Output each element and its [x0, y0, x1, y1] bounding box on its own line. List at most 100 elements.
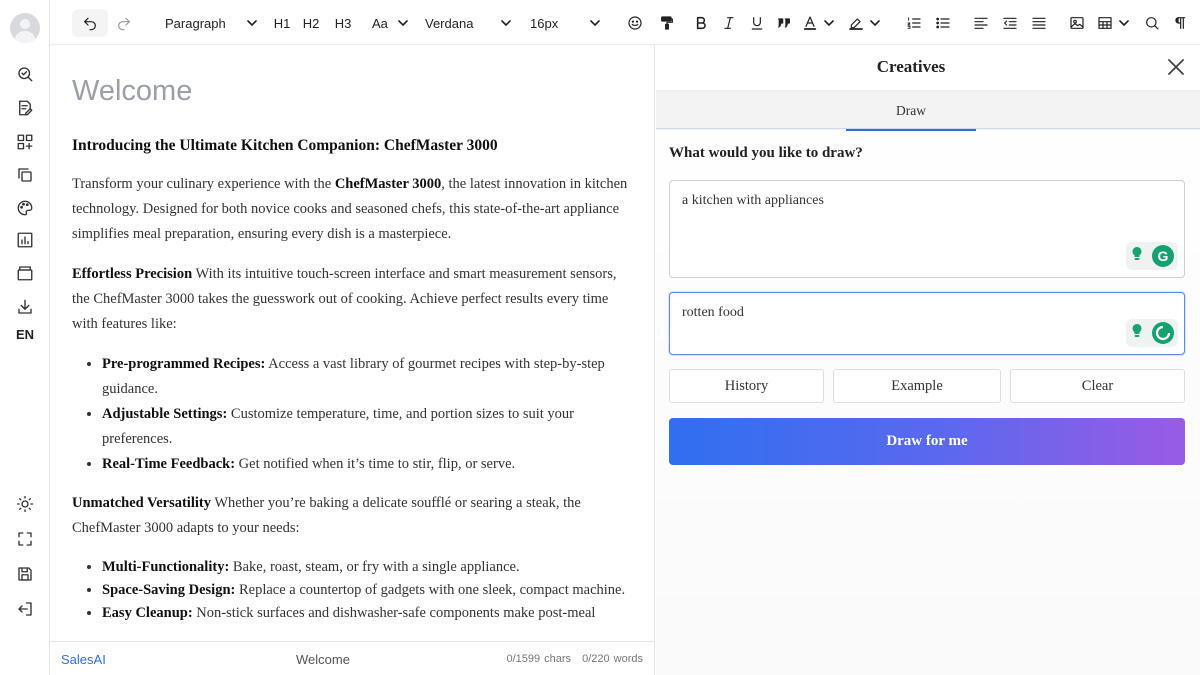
heading1-button[interactable]: H1	[270, 10, 294, 36]
underline-icon[interactable]	[747, 10, 767, 36]
emoji-icon[interactable]	[624, 10, 646, 36]
chars-label: chars	[544, 653, 572, 665]
clear-button[interactable]: Clear	[1010, 369, 1185, 403]
status-doc-name: Welcome	[296, 652, 350, 667]
lightbulb-icon[interactable]	[1130, 323, 1144, 344]
history-button[interactable]: History	[669, 369, 824, 403]
chevron-down-icon	[398, 20, 408, 26]
archive-icon[interactable]	[13, 261, 37, 285]
panel-title: Creatives	[876, 57, 946, 76]
download-icon[interactable]	[13, 295, 37, 319]
redo-icon[interactable]	[112, 10, 136, 36]
bullet-list-icon[interactable]	[932, 10, 954, 36]
save-icon[interactable]	[13, 562, 37, 586]
intro-pre: Transform your culinary experience with …	[72, 176, 335, 192]
list-item-label: Real-Time Feedback:	[102, 456, 236, 472]
list-item: Multi-Functionality: Bake, roast, steam,…	[102, 556, 632, 579]
negative-prompt-value: rotten food	[682, 305, 744, 320]
search-document-icon[interactable]	[13, 62, 37, 86]
left-rail: EN	[0, 0, 50, 675]
quote-icon[interactable]	[774, 10, 794, 36]
align-justify-icon[interactable]	[1028, 10, 1050, 36]
intro-bold: ChefMaster 3000	[334, 176, 442, 192]
paragraph-style-value: Paragraph	[165, 15, 226, 31]
image-icon[interactable]	[1066, 10, 1088, 36]
document-body[interactable]: Introducing the Ultimate Kitchen Compani…	[72, 133, 632, 639]
document-heading: Introducing the Ultimate Kitchen Compani…	[72, 137, 498, 154]
feature-list-2: Multi-Functionality: Bake, roast, steam,…	[102, 556, 632, 625]
format-painter-icon[interactable]	[656, 10, 678, 36]
font-family-value: Verdana	[425, 15, 474, 31]
editor-toolbar: Paragraph H1 H2 H3 Aa Verdana 16px	[50, 0, 1200, 45]
list-item: Adjustable Settings: Customize temperatu…	[102, 402, 632, 452]
document-title[interactable]: Welcome	[72, 75, 192, 108]
document-editor[interactable]: Welcome Introducing the Ultimate Kitchen…	[50, 45, 655, 641]
field-assist-tools	[1126, 319, 1178, 347]
font-size-value: 16px	[530, 15, 559, 31]
list-item-label: Multi-Functionality:	[102, 559, 230, 575]
draw-for-me-button[interactable]: Draw for me	[669, 418, 1185, 465]
table-icon[interactable]	[1095, 10, 1131, 36]
chevron-down-icon	[590, 20, 600, 26]
text-case-select[interactable]: Aa	[372, 10, 408, 36]
tab-draw[interactable]: Draw	[846, 91, 976, 131]
close-icon[interactable]	[1166, 57, 1186, 77]
grammar-assistant-loading-icon[interactable]	[1152, 322, 1174, 344]
fullscreen-icon[interactable]	[13, 527, 37, 551]
chart-icon[interactable]	[13, 228, 37, 252]
list-item-text: Get notified when it’s time to stir, fli…	[235, 456, 516, 472]
lightbulb-icon[interactable]	[1130, 246, 1144, 267]
edit-document-icon[interactable]	[13, 96, 37, 120]
copy-icon[interactable]	[13, 163, 37, 187]
section2-paragraph: Unmatched Versatility Whether you’re bak…	[72, 491, 632, 541]
list-item-text: Replace a countertop of gadgets with one…	[235, 582, 626, 598]
chevron-down-icon	[501, 20, 511, 26]
list-item: Easy Cleanup: Non-stick surfaces and dis…	[102, 602, 632, 625]
font-size-select[interactable]: 16px	[530, 10, 600, 36]
feature-list-1: Pre-programmed Recipes: Access a vast li…	[102, 352, 632, 477]
list-item-label: Pre-programmed Recipes:	[102, 356, 266, 372]
avatar[interactable]	[10, 13, 40, 43]
tab-divider	[656, 128, 1200, 129]
negative-prompt-textarea[interactable]: rotten food	[669, 292, 1185, 355]
example-button[interactable]: Example	[833, 369, 1001, 403]
brand-link[interactable]: SalesAI	[61, 652, 106, 667]
pilcrow-icon[interactable]	[1169, 10, 1191, 36]
prompt-value: a kitchen with appliances	[682, 193, 824, 208]
ordered-list-icon[interactable]	[903, 10, 925, 36]
apps-grid-icon[interactable]	[13, 130, 37, 154]
intro-paragraph: Transform your culinary experience with …	[72, 172, 632, 247]
creatives-panel: Creatives Draw What would you like to dr…	[656, 45, 1200, 675]
prompt-textarea[interactable]: a kitchen with appliances G	[669, 180, 1185, 278]
grammar-assistant-icon[interactable]: G	[1152, 245, 1174, 267]
list-item-label: Space-Saving Design:	[102, 582, 236, 598]
align-left-icon[interactable]	[970, 10, 992, 36]
list-item: Real-Time Feedback: Get notified when it…	[102, 452, 632, 477]
undo-icon[interactable]	[78, 10, 102, 36]
theme-sun-icon[interactable]	[13, 492, 37, 516]
outdent-icon[interactable]	[999, 10, 1021, 36]
word-char-counts: 0/1599 chars 0/220 words	[503, 653, 644, 665]
text-color-icon[interactable]	[802, 10, 834, 36]
heading3-button[interactable]: H3	[331, 10, 355, 36]
bold-icon[interactable]	[691, 10, 711, 36]
exit-icon[interactable]	[13, 597, 37, 621]
search-icon[interactable]	[1141, 10, 1163, 36]
list-item-text: Non-stick surfaces and dishwasher-safe c…	[192, 605, 596, 621]
chevron-down-icon	[824, 20, 834, 26]
list-item-text: Bake, roast, steam, or fry with a single…	[229, 559, 520, 575]
field-assist-tools: G	[1126, 242, 1178, 270]
text-case-value: Aa	[372, 15, 388, 31]
words-label: words	[613, 653, 643, 665]
italic-icon[interactable]	[719, 10, 739, 36]
heading2-button[interactable]: H2	[299, 10, 323, 36]
action-buttons-row: History Example Clear	[669, 369, 1185, 403]
language-toggle[interactable]: EN	[10, 327, 40, 342]
highlight-color-icon[interactable]	[846, 10, 882, 36]
font-family-select[interactable]: Verdana	[425, 10, 511, 36]
panel-tabs: Draw	[656, 90, 1200, 131]
paragraph-style-select[interactable]: Paragraph	[165, 10, 257, 36]
words-count: 0/220	[582, 653, 610, 665]
palette-icon[interactable]	[13, 196, 37, 220]
app-window: EN Paragraph H1 H2 H3 Aa Verdana 16px We…	[0, 0, 1200, 675]
